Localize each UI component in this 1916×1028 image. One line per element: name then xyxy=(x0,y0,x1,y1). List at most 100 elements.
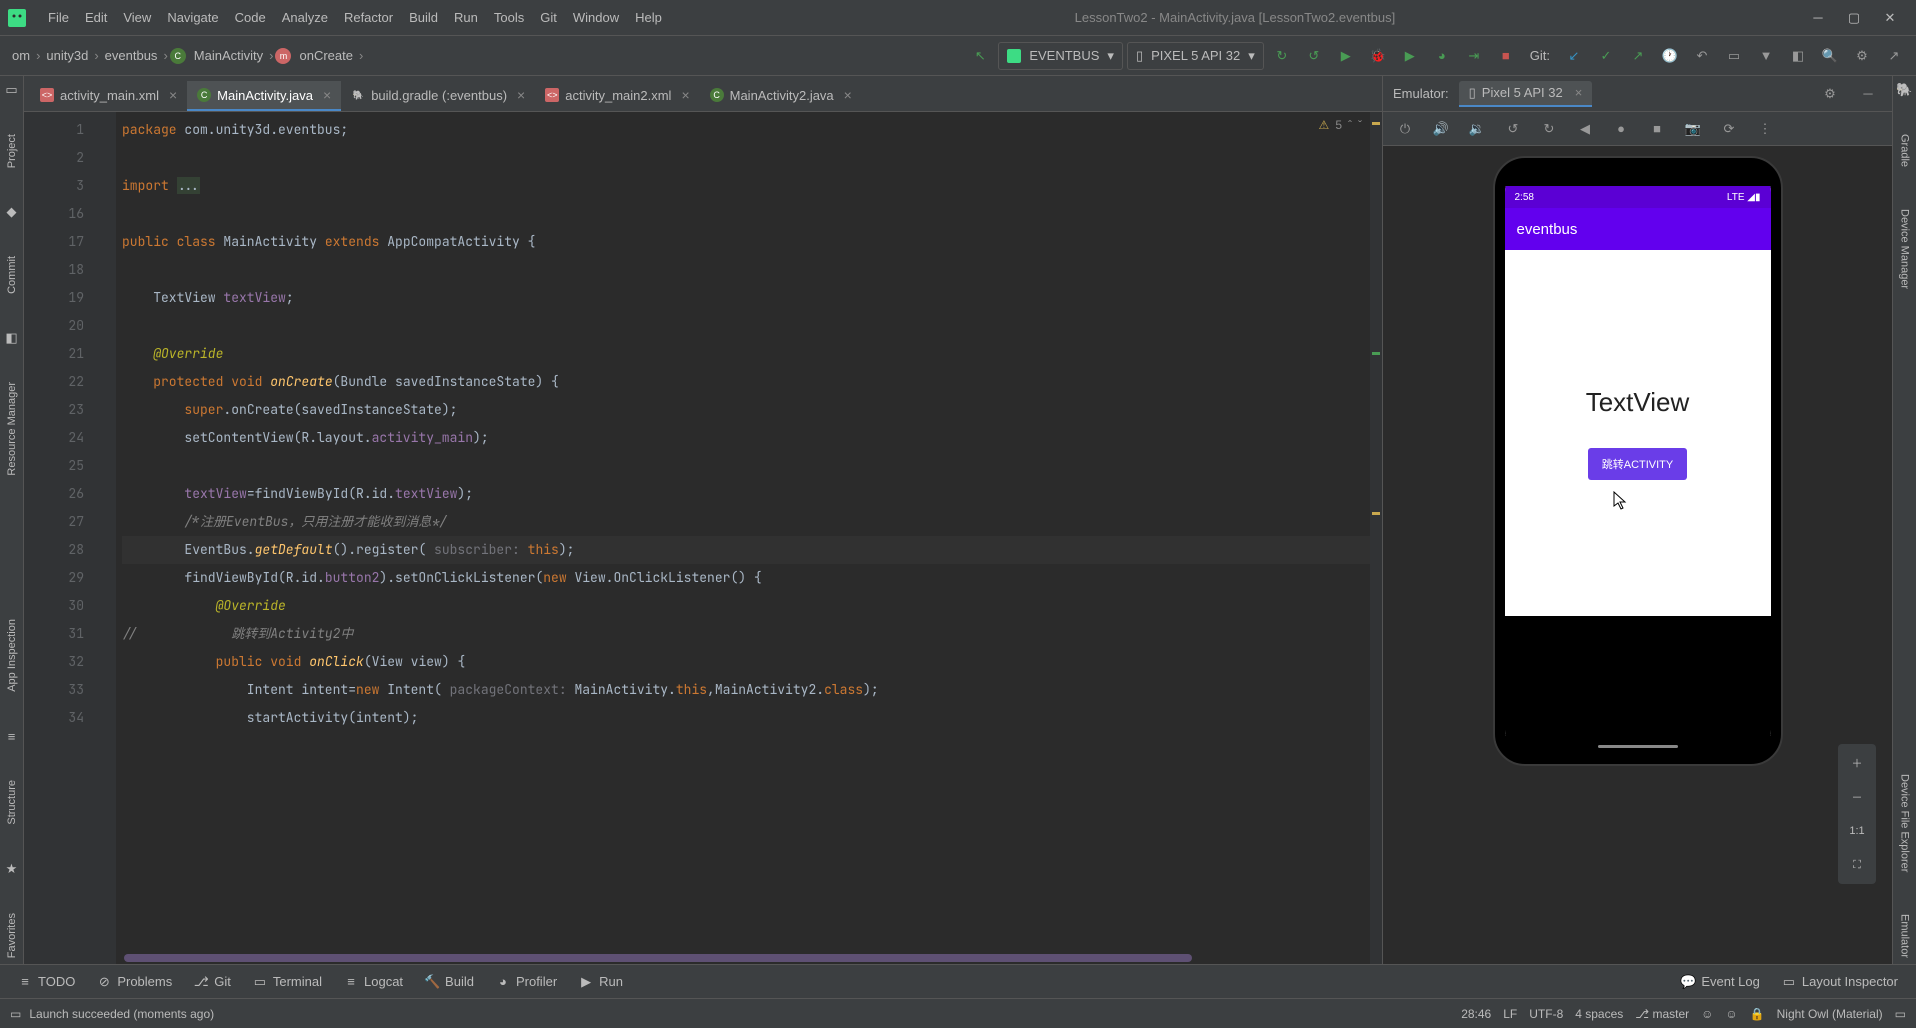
face-icon[interactable]: ☺ xyxy=(1725,1007,1737,1021)
tool-run[interactable]: ▶Run xyxy=(571,970,631,993)
debug-icon[interactable]: 🐞 xyxy=(1364,42,1392,70)
breadcrumb-item[interactable]: eventbus xyxy=(101,48,162,63)
window-maximize-button[interactable]: ▢ xyxy=(1836,4,1872,32)
line-separator[interactable]: LF xyxy=(1503,1007,1517,1021)
menu-help[interactable]: Help xyxy=(627,6,670,29)
close-icon[interactable]: × xyxy=(1575,85,1583,100)
stripe-resource-manager[interactable]: Resource Manager xyxy=(6,376,18,482)
breadcrumb-item[interactable]: MainActivity xyxy=(190,48,267,63)
power-icon[interactable]: ⏻ xyxy=(1391,115,1419,143)
restart-icon[interactable]: ↺ xyxy=(1300,42,1328,70)
rotate-right-icon[interactable]: ↻ xyxy=(1535,115,1563,143)
warning-mark[interactable] xyxy=(1372,512,1380,515)
volume-down-icon[interactable]: 🔉 xyxy=(1463,115,1491,143)
theme-widget[interactable]: Night Owl (Material) xyxy=(1777,1007,1883,1021)
emulated-device[interactable]: 2:58 LTE ◢▮ eventbus TextView 跳转ACTIVITY xyxy=(1493,156,1783,766)
file-encoding[interactable]: UTF-8 xyxy=(1529,1007,1563,1021)
profiler-icon[interactable]: ◕ xyxy=(1428,42,1456,70)
stripe-commit[interactable]: Commit xyxy=(6,250,18,300)
tab-main-activity2-java[interactable]: C MainActivity2.java × xyxy=(700,81,862,111)
caret-position[interactable]: 28:46 xyxy=(1461,1007,1491,1021)
back-icon[interactable]: ◀ xyxy=(1571,115,1599,143)
stripe-app-inspection[interactable]: App Inspection xyxy=(6,613,18,698)
emulator-device-tab[interactable]: ▯ Pixel 5 API 32 × xyxy=(1459,81,1593,107)
face-icon[interactable]: ☺ xyxy=(1701,1007,1713,1021)
project-icon[interactable]: ▭ xyxy=(4,82,20,98)
close-icon[interactable]: × xyxy=(517,87,525,103)
zoom-in-button[interactable]: ＋ xyxy=(1844,750,1870,776)
structure-icon[interactable]: ≡ xyxy=(4,728,20,744)
stop-icon[interactable]: ■ xyxy=(1492,42,1520,70)
menu-code[interactable]: Code xyxy=(227,6,274,29)
coverage-icon[interactable]: ▶ xyxy=(1396,42,1424,70)
volume-up-icon[interactable]: 🔊 xyxy=(1427,115,1455,143)
back-icon[interactable]: ↖ xyxy=(966,42,994,70)
zoom-fit-button[interactable]: 1:1 xyxy=(1844,818,1870,844)
resource-manager-icon[interactable]: ◧ xyxy=(1784,42,1812,70)
menu-view[interactable]: View xyxy=(115,6,159,29)
menu-navigate[interactable]: Navigate xyxy=(159,6,226,29)
git-rollback-icon[interactable]: ↶ xyxy=(1688,42,1716,70)
menu-analyze[interactable]: Analyze xyxy=(274,6,336,29)
tab-activity-main-xml[interactable]: <> activity_main.xml × xyxy=(30,81,187,111)
scrollbar-thumb[interactable] xyxy=(124,954,1192,962)
zoom-out-button[interactable]: － xyxy=(1844,784,1870,810)
close-icon[interactable]: × xyxy=(169,87,177,103)
more-icon[interactable]: ⋮ xyxy=(1751,115,1779,143)
breadcrumb-item[interactable]: onCreate xyxy=(295,48,356,63)
tab-main-activity-java[interactable]: C MainActivity.java × xyxy=(187,81,341,111)
app-content-area[interactable]: TextView 跳转ACTIVITY xyxy=(1505,250,1771,616)
menu-build[interactable]: Build xyxy=(401,6,446,29)
tab-build-gradle[interactable]: 🐘 build.gradle (:eventbus) × xyxy=(341,81,535,111)
stripe-gradle[interactable]: Gradle xyxy=(1899,128,1911,173)
tool-event-log[interactable]: 💬Event Log xyxy=(1673,970,1768,993)
overview-icon[interactable]: ■ xyxy=(1643,115,1671,143)
attach-debugger-icon[interactable]: ⇥ xyxy=(1460,42,1488,70)
git-history-icon[interactable]: 🕐 xyxy=(1656,42,1684,70)
emulator-viewport[interactable]: 2:58 LTE ◢▮ eventbus TextView 跳转ACTIVITY xyxy=(1383,146,1892,964)
gradle-icon[interactable]: 🐘 xyxy=(1896,82,1912,98)
home-indicator[interactable] xyxy=(1598,745,1678,748)
close-icon[interactable]: × xyxy=(844,87,852,103)
menu-file[interactable]: File xyxy=(40,6,77,29)
tool-terminal[interactable]: ▭Terminal xyxy=(245,970,330,993)
home-icon[interactable]: ● xyxy=(1607,115,1635,143)
run-config-dropdown[interactable]: EVENTBUS ▾ xyxy=(998,42,1123,70)
lock-icon[interactable]: 🔒 xyxy=(1750,1007,1765,1021)
menu-refactor[interactable]: Refactor xyxy=(336,6,401,29)
tab-activity-main2-xml[interactable]: <> activity_main2.xml × xyxy=(535,81,699,111)
sync-icon[interactable]: ↻ xyxy=(1268,42,1296,70)
inspection-widget[interactable]: ⚠ 5 ˆ ˇ xyxy=(1319,118,1362,132)
stripe-device-manager[interactable]: Device Manager xyxy=(1899,203,1911,295)
notifications-icon[interactable]: ▭ xyxy=(1895,1007,1906,1021)
git-branch-widget[interactable]: ⎇ master xyxy=(1635,1007,1689,1021)
code-error-stripe[interactable] xyxy=(1370,112,1382,964)
rotate-left-icon[interactable]: ↺ xyxy=(1499,115,1527,143)
stripe-project[interactable]: Project xyxy=(6,128,18,174)
menu-window[interactable]: Window xyxy=(565,6,627,29)
settings-icon[interactable]: ⚙ xyxy=(1848,42,1876,70)
indent-settings[interactable]: 4 spaces xyxy=(1575,1007,1623,1021)
tool-profiler[interactable]: ◕Profiler xyxy=(488,970,565,993)
stripe-structure[interactable]: Structure xyxy=(6,774,18,831)
chevron-up-icon[interactable]: ˆ xyxy=(1348,118,1352,132)
tool-build[interactable]: 🔨Build xyxy=(417,970,482,993)
notifications-icon[interactable]: ↗ xyxy=(1880,42,1908,70)
git-commit-icon[interactable]: ✓ xyxy=(1592,42,1620,70)
chevron-down-icon[interactable]: ˇ xyxy=(1358,118,1362,132)
snapshot-icon[interactable]: ⟳ xyxy=(1715,115,1743,143)
stripe-emulator[interactable]: Emulator xyxy=(1899,908,1911,964)
menu-edit[interactable]: Edit xyxy=(77,6,115,29)
window-close-button[interactable]: ✕ xyxy=(1872,4,1908,32)
tool-git[interactable]: ⎇Git xyxy=(186,970,239,993)
warning-mark[interactable] xyxy=(1372,122,1380,125)
minimize-icon[interactable]: ─ xyxy=(1854,80,1882,108)
stripe-favorites[interactable]: Favorites xyxy=(6,907,18,964)
code-editor[interactable]: 1231617181920212223242526272829303132333… xyxy=(24,112,1382,964)
settings-icon[interactable]: ⚙ xyxy=(1816,80,1844,108)
sdk-manager-icon[interactable]: ▼ xyxy=(1752,42,1780,70)
zoom-expand-button[interactable]: ⛶ xyxy=(1844,852,1870,878)
git-update-icon[interactable]: ↙ xyxy=(1560,42,1588,70)
menu-tools[interactable]: Tools xyxy=(486,6,532,29)
ide-notifications-icon[interactable]: ▭ xyxy=(10,1007,21,1021)
